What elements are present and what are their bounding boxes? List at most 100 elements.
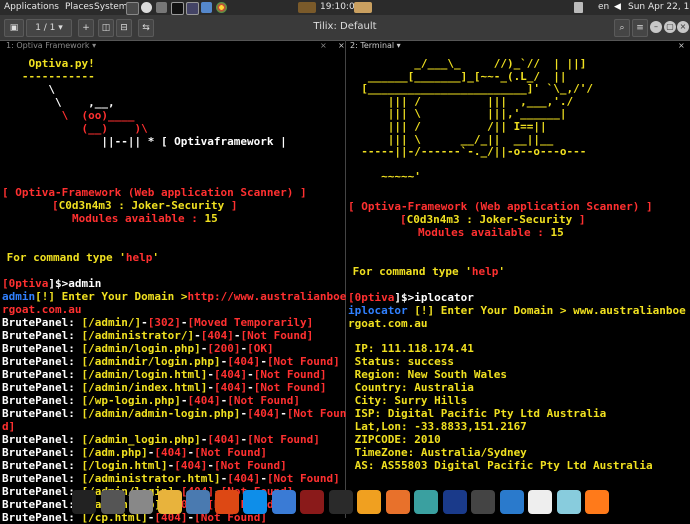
window-thumb-2-icon[interactable] — [354, 2, 372, 13]
language-indicator[interactable]: en — [598, 2, 609, 12]
enter-domain-line: iplocator [!] Enter Your Domain > www.au… — [348, 304, 686, 317]
enter-domain-line: admin[!] Enter Your Domain >http://www.a… — [2, 290, 347, 303]
system-menu[interactable]: System — [94, 2, 128, 12]
split-down-icon[interactable]: ⊟ — [116, 19, 132, 37]
result-path: [/admin/login.html] — [81, 368, 208, 381]
result-path: [/administrator/] — [81, 329, 195, 342]
add-session-icon[interactable]: + — [78, 19, 94, 37]
result-path: [/wp-login.php] — [81, 394, 181, 407]
pane-tab-right[interactable]: 2: Terminal ▾ — [350, 41, 401, 54]
banner-line: (__) )\ — [2, 122, 148, 135]
chrome-launcher-icon[interactable] — [216, 2, 227, 13]
files-icon[interactable] — [100, 490, 125, 514]
brute-result-row: BrutePanel: [/administrator/]-[404]-[Not… — [2, 329, 314, 342]
geo-line: ISP: Digital Pacific Pty Ltd Australia — [348, 407, 607, 420]
result-code: [302] — [147, 316, 181, 329]
pane-close-right-icon[interactable]: × — [338, 41, 345, 54]
image-launcher-icon[interactable] — [186, 2, 199, 15]
battery-icon — [574, 2, 583, 13]
brute-result-row: d] — [2, 420, 15, 433]
files-launcher-icon[interactable] — [156, 2, 167, 13]
result-status: [Not Foun — [286, 407, 347, 420]
malwarebytes-icon[interactable] — [442, 490, 467, 514]
game-icon[interactable] — [300, 490, 324, 514]
enter-domain-wrap: rgoat.com.au — [348, 317, 428, 330]
s-launcher-icon[interactable] — [141, 2, 152, 13]
brute-result-row: BrutePanel: [/admindir/login.php]-[404]-… — [2, 355, 340, 368]
geo-line: Region: New South Wales — [348, 368, 507, 381]
session-switcher[interactable]: 1 / 1 ▾ — [26, 19, 72, 37]
close-icon[interactable]: × — [677, 21, 689, 33]
result-path: [/login.html] — [81, 459, 168, 472]
inkscape-icon[interactable] — [328, 490, 353, 514]
teamviewer-icon[interactable] — [243, 490, 267, 514]
brute-result-row: BrutePanel: [/admin/login.php]-[200]-[OK… — [2, 342, 274, 355]
result-code: [404] — [213, 368, 248, 381]
find-icon[interactable]: ⌕ — [614, 19, 630, 37]
banner-line: ||| / /|| I==|| — [348, 120, 547, 133]
network-icon[interactable] — [186, 490, 210, 514]
banner-line: \ — [2, 83, 55, 96]
author-line: [C0d3n4m3 : Joker-Security ] — [52, 199, 238, 212]
datetime[interactable]: Sun Apr 22, 19:10 — [628, 2, 690, 12]
workspace-icon[interactable] — [129, 490, 153, 514]
chromium-icon[interactable] — [271, 490, 296, 514]
brute-result-row: BrutePanel: [/wp-login.php]-[404]-[Not F… — [2, 394, 301, 407]
pane-close-far-icon[interactable]: × — [678, 41, 685, 54]
pane-divider[interactable] — [345, 40, 346, 518]
avatar-icon[interactable] — [414, 490, 438, 514]
brute-result-row: BrutePanel: [/admin/admin-login.php]-[40… — [2, 407, 347, 420]
result-label: BrutePanel: — [2, 368, 82, 381]
terminal-launcher-icon[interactable] — [171, 2, 184, 15]
split-right-icon[interactable]: ◫ — [98, 19, 114, 37]
result-path: [/admin/index.html] — [81, 381, 208, 394]
result-label: BrutePanel: — [2, 342, 82, 355]
geo-line: City: Surry Hills — [348, 394, 468, 407]
vscode-icon[interactable] — [499, 490, 524, 514]
window-thumb-icon[interactable] — [298, 2, 316, 13]
banner-line: [________________________]' `\_,/'/ — [348, 82, 594, 96]
result-label: BrutePanel: — [2, 394, 82, 407]
author-line: [C0d3n4m3 : Joker-Security ] — [400, 213, 586, 226]
terminal-icon[interactable] — [72, 490, 96, 514]
brute-result-row: BrutePanel: [/admin/index.html]-[404]-[N… — [2, 381, 327, 394]
sync-input-icon[interactable]: ⇆ — [138, 19, 154, 37]
geo-line: TimeZone: Australia/Sydney — [348, 446, 527, 459]
help-line: For command type 'help' — [0, 251, 159, 264]
banner-line: ----------- — [2, 70, 95, 83]
menu-icon[interactable]: ≡ — [632, 19, 648, 37]
places-menu[interactable]: Places — [65, 2, 94, 12]
top-panel: Applications Places System 19:10:04 en ◀… — [0, 0, 690, 15]
volume-icon[interactable]: ◀ — [614, 2, 621, 12]
ubuntu-icon[interactable] — [214, 490, 239, 514]
modules-line: Modules available : 15 — [72, 212, 218, 225]
result-code: [404] — [207, 433, 241, 446]
banner-line: Optiva.py! — [2, 57, 95, 70]
result-label: BrutePanel: — [2, 472, 82, 485]
maximize-icon[interactable]: ▢ — [664, 21, 676, 33]
result-label: BrutePanel: — [2, 485, 82, 498]
camera-icon[interactable] — [528, 490, 552, 514]
result-code: [404] — [213, 381, 248, 394]
applications-menu[interactable]: Applications — [4, 2, 59, 12]
geo-line: IP: 111.118.174.41 — [348, 342, 474, 355]
sublime-icon[interactable] — [385, 490, 410, 514]
minimize-icon[interactable]: – — [650, 21, 662, 33]
chrome-icon[interactable] — [157, 490, 182, 514]
geo-line: Country: Australia — [348, 381, 474, 394]
banner-line: ~~~~~' — [348, 170, 421, 184]
network-launcher-icon[interactable] — [201, 2, 212, 13]
show-desktop-icon[interactable] — [126, 2, 139, 15]
nautilus-icon[interactable] — [357, 490, 381, 514]
bookmarks-icon[interactable] — [556, 490, 581, 514]
banner-line: ||| \ |||,'______| — [348, 107, 567, 121]
pane-tab-left[interactable]: 1: Optiva Framework ▾ — [6, 41, 96, 54]
s-icon[interactable] — [471, 490, 495, 514]
pane-close-left-icon[interactable]: × — [320, 41, 327, 54]
prompt-line: [0ptiva]$>admin — [2, 277, 102, 290]
result-code: [404] — [227, 355, 261, 368]
result-code: [200] — [207, 342, 241, 355]
terminal-add-icon[interactable]: ▣ — [4, 19, 24, 37]
result-status: [Not Found] — [253, 368, 327, 381]
firefox-icon[interactable] — [585, 490, 609, 514]
